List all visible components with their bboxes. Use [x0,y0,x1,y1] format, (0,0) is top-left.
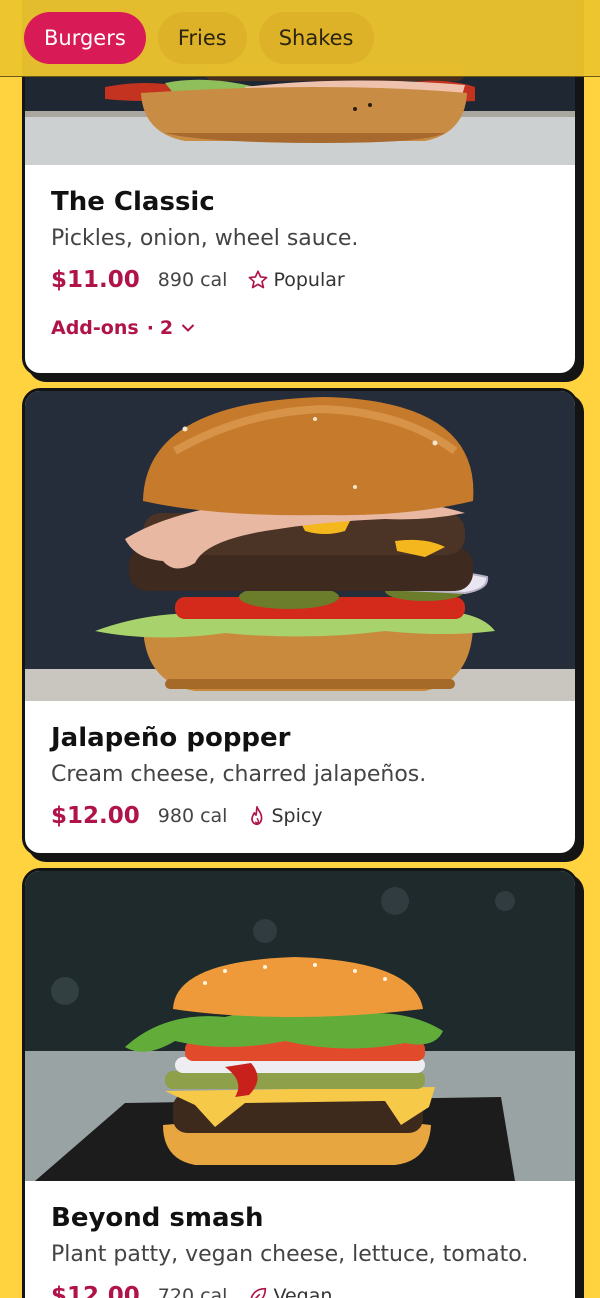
item-title: Beyond smash [51,1203,264,1233]
leaf-icon [251,1287,267,1298]
item-price: $11.00 [51,267,140,293]
menu-card-beyond[interactable]: Beyond smash Plant patty, vegan cheese, … [22,868,578,1298]
tab-fries[interactable]: Fries [157,12,247,64]
item-tag-label: Vegan [273,1285,333,1298]
flame-icon [251,806,263,826]
item-description: Plant patty, vegan cheese, lettuce, toma… [51,1242,529,1267]
item-title: Jalapeño popper [51,723,291,753]
category-tab-bar: Burgers Fries Shakes [0,0,600,77]
menu-card-jalapeno[interactable]: Jalapeño popper Cream cheese, charred ja… [22,388,578,856]
addons-separator: · [146,317,154,339]
item-calories: 890 cal [157,269,228,291]
star-icon [249,270,268,289]
addons-toggle[interactable]: Add-ons · 2 [51,313,575,343]
burger-photo-jalapeno [25,391,575,701]
tab-shakes[interactable]: Shakes [258,12,374,64]
addons-count: 2 [159,317,174,339]
item-tag: Spicy [247,805,323,827]
item-calories: 980 cal [157,805,228,827]
item-title: The Classic [51,187,215,217]
item-price: $12.00 [51,803,140,829]
item-tag-label: Popular [273,269,345,291]
item-tag-label: Spicy [271,805,323,827]
item-calories: 720 cal [157,1285,228,1298]
item-description: Pickles, onion, wheel sauce. [51,226,359,251]
burger-photo-beyond [25,871,575,1181]
item-tag: Vegan [247,1285,332,1298]
chevron-down-icon [181,324,195,332]
item-price: $12.00 [51,1283,140,1298]
item-tag: Popular [247,269,345,291]
tab-burgers[interactable]: Burgers [24,12,146,64]
addons-label: Add-ons [51,317,139,339]
item-description: Cream cheese, charred jalapeños. [51,762,427,787]
